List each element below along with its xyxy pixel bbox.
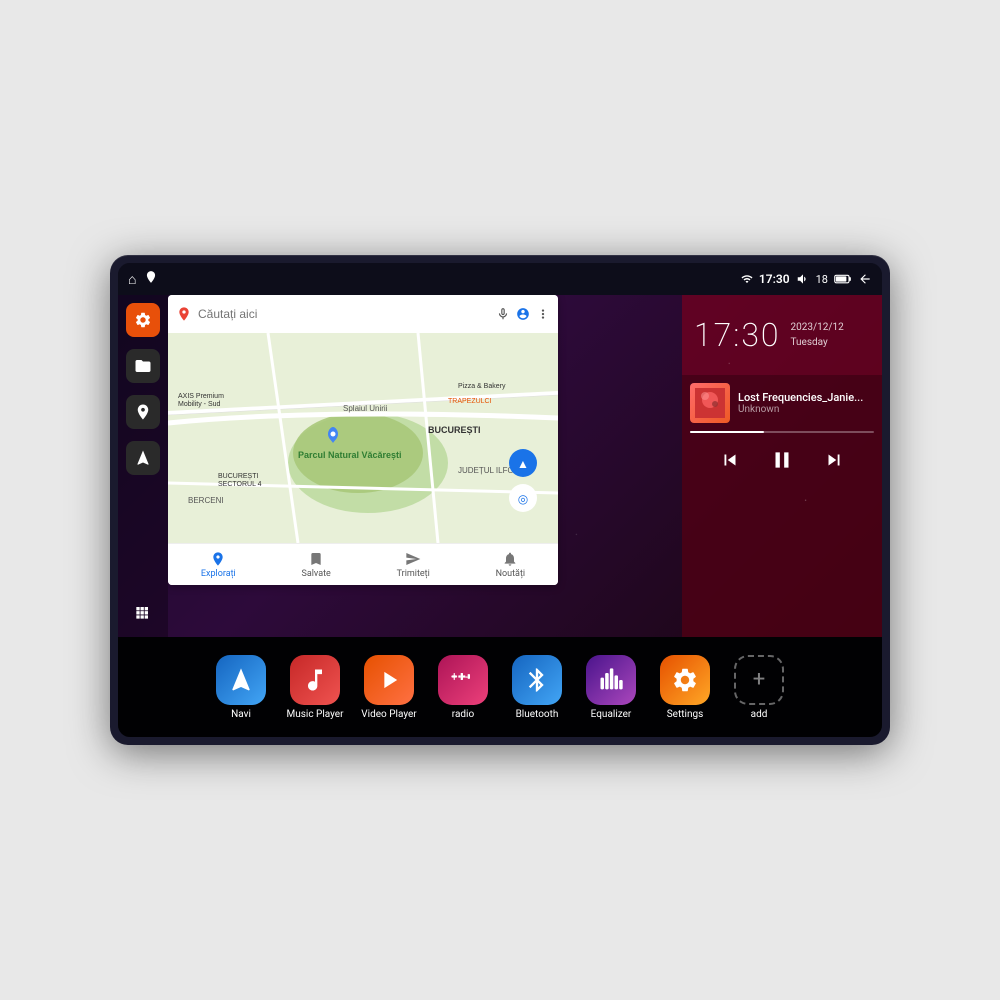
volume-icon [796, 272, 810, 286]
map-svg: Splaiul Unirii AXIS Premium Mobility - S… [168, 333, 558, 543]
svg-text:Pizza & Bakery: Pizza & Bakery [458, 383, 506, 390]
saved-label: Salvate [302, 569, 331, 579]
settings-icon-img [660, 655, 710, 705]
navi-label: Navi [231, 709, 251, 720]
sidebar-settings-btn[interactable] [126, 303, 160, 337]
svg-text:BUCUREȘTI: BUCUREȘTI [428, 425, 481, 435]
svg-text:Parcul Natural Văcărești: Parcul Natural Văcărești [298, 450, 402, 460]
battery-level: 18 [816, 273, 828, 286]
google-maps-logo [176, 306, 192, 322]
video-player-label: Video Player [361, 709, 416, 720]
home-icon[interactable]: ⌂ [128, 271, 136, 288]
status-time: 17:30 [759, 272, 790, 286]
add-label: add [751, 709, 768, 720]
app-radio[interactable]: radio [429, 655, 497, 720]
app-settings[interactable]: Settings [651, 655, 719, 720]
battery-icon [834, 273, 852, 285]
svg-text:SECTORUL 4: SECTORUL 4 [218, 481, 262, 488]
google-maps-overlay[interactable]: Splaiul Unirii AXIS Premium Mobility - S… [168, 295, 558, 585]
map-updates-tab[interactable]: Noutăți [496, 551, 526, 579]
bluetooth-icon-img [512, 655, 562, 705]
music-player-label: Music Player [286, 709, 343, 720]
album-art [695, 388, 725, 418]
music-widget: Lost Frequencies_Janie... Unknown [682, 375, 882, 637]
map-contribute-tab[interactable]: Trimiteți [397, 551, 430, 579]
status-bar: ⌂ 17:30 18 [118, 263, 882, 295]
updates-label: Noutăți [496, 569, 526, 579]
status-right: 17:30 18 [741, 272, 872, 286]
map-body: Splaiul Unirii AXIS Premium Mobility - S… [168, 333, 558, 543]
eq-icon-img [586, 655, 636, 705]
navi-icon-img [216, 655, 266, 705]
map-explore-tab[interactable]: Explorați [201, 551, 236, 579]
sidebar-files-btn[interactable] [126, 349, 160, 383]
app-bluetooth[interactable]: Bluetooth [503, 655, 571, 720]
bluetooth-label: Bluetooth [516, 709, 559, 720]
settings-label: Settings [667, 709, 704, 720]
music-progress-fill [690, 431, 764, 433]
sidebar-grid-btn[interactable] [126, 595, 160, 629]
app-video-player[interactable]: Video Player [355, 655, 423, 720]
back-icon[interactable] [858, 272, 872, 286]
svg-text:BERCENI: BERCENI [188, 496, 224, 505]
main-area: Splaiul Unirii AXIS Premium Mobility - S… [118, 295, 882, 637]
svg-text:▲: ▲ [517, 457, 529, 471]
video-icon-img [364, 655, 414, 705]
status-left: ⌂ [128, 270, 158, 288]
app-equalizer[interactable]: Equalizer [577, 655, 645, 720]
map-search-bar [168, 295, 558, 333]
svg-text:Splaiul Unirii: Splaiul Unirii [343, 404, 388, 413]
app-navi[interactable]: Navi [207, 655, 275, 720]
right-panel: 17:30 2023/12/12 Tuesday [682, 295, 882, 637]
sidebar [118, 295, 168, 637]
apps-bar: Navi Music Player Video Player [118, 637, 882, 737]
radio-label: radio [452, 709, 474, 720]
music-text: Lost Frequencies_Janie... Unknown [738, 391, 863, 415]
app-add[interactable]: + add [725, 655, 793, 720]
location-icon[interactable] [144, 270, 158, 288]
wifi-icon [741, 273, 753, 285]
car-display: ⌂ 17:30 18 [110, 255, 890, 745]
music-pause-btn[interactable] [765, 443, 799, 482]
map-bottom-bar: Explorați Salvate Trimiteți Noutăți [168, 543, 558, 585]
svg-text:BUCUREȘTI: BUCUREȘTI [218, 473, 259, 480]
mic-icon[interactable] [496, 307, 510, 321]
sidebar-location-btn[interactable] [126, 395, 160, 429]
music-controls [690, 443, 874, 482]
contribute-label: Trimiteți [397, 569, 430, 579]
more-icon[interactable] [536, 307, 550, 321]
explore-label: Explorați [201, 569, 236, 579]
svg-text:AXIS Premium: AXIS Premium [178, 393, 224, 400]
clock-widget: 17:30 2023/12/12 Tuesday [682, 295, 882, 375]
music-progress-bar [690, 431, 874, 433]
screen: ⌂ 17:30 18 [118, 263, 882, 737]
svg-text:Mobility - Sud: Mobility - Sud [178, 401, 221, 408]
radio-icon-img [438, 655, 488, 705]
app-music-player[interactable]: Music Player [281, 655, 349, 720]
music-icon-img [290, 655, 340, 705]
clock-time: 17:30 [694, 316, 781, 354]
sidebar-navi-btn[interactable] [126, 441, 160, 475]
music-info: Lost Frequencies_Janie... Unknown [690, 383, 874, 423]
equalizer-label: Equalizer [591, 709, 632, 720]
music-thumbnail [690, 383, 730, 423]
add-icon-img: + [734, 655, 784, 705]
music-prev-btn[interactable] [715, 445, 745, 480]
map-saved-tab[interactable]: Salvate [302, 551, 331, 579]
music-next-btn[interactable] [819, 445, 849, 480]
map-search-input[interactable] [198, 307, 490, 321]
svg-text:◎: ◎ [518, 492, 528, 506]
account-icon[interactable] [516, 307, 530, 321]
clock-date-info: 2023/12/12 Tuesday [791, 320, 844, 350]
map-area: Splaiul Unirii AXIS Premium Mobility - S… [168, 295, 682, 637]
svg-text:TRAPEZULCI: TRAPEZULCI [448, 398, 492, 405]
